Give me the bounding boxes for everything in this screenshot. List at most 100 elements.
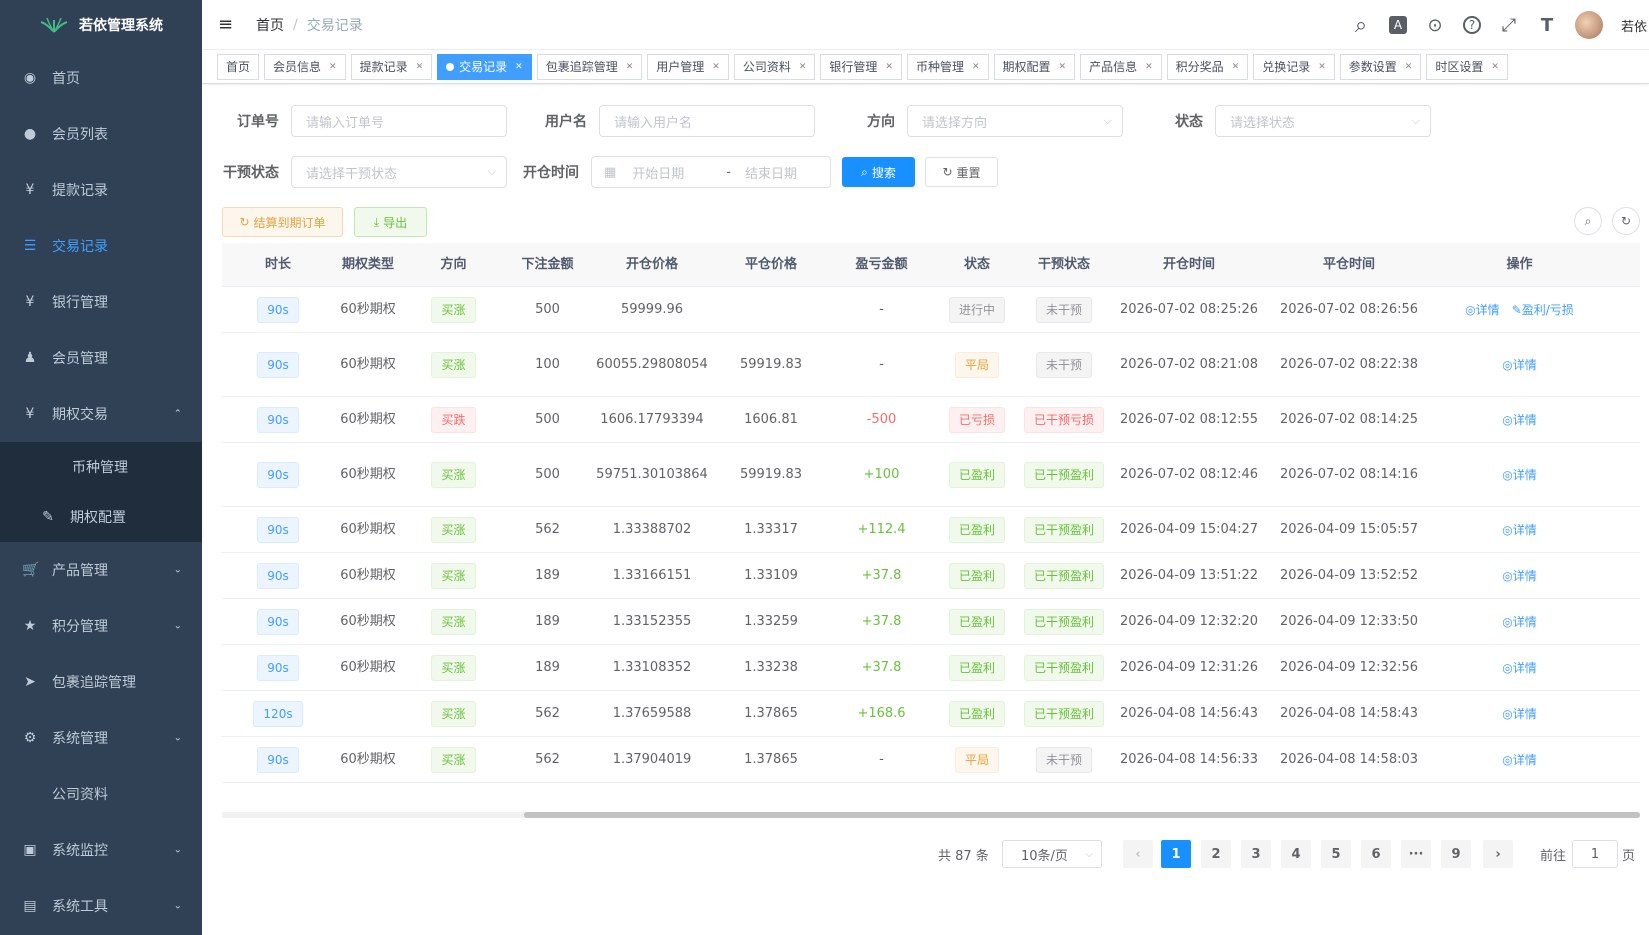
sidebar-item-label: 提款记录 xyxy=(52,183,108,199)
detail-link[interactable]: ◎详情 xyxy=(1502,612,1537,632)
sidebar-item-13[interactable]: 公司资料 xyxy=(0,766,202,822)
detail-link[interactable]: ◎详情 xyxy=(1502,750,1537,770)
horizontal-scrollbar[interactable] xyxy=(222,812,1640,818)
tab-8[interactable]: 币种管理 ✕ xyxy=(906,53,989,80)
tab-0[interactable]: 首页 xyxy=(217,53,260,80)
sidebar-item-6[interactable]: ¥ 期权交易 ⌃ xyxy=(0,386,202,442)
detail-link[interactable]: ◎详情 xyxy=(1465,300,1500,320)
close-icon[interactable]: ✕ xyxy=(1405,62,1413,72)
sidebar-item-15[interactable]: ▤ 系统工具 ⌄ xyxy=(0,878,202,934)
sidebar-item-11[interactable]: ➤ 包裹追踪管理 xyxy=(0,654,202,710)
page-2[interactable]: 3 xyxy=(1241,840,1271,868)
close-icon[interactable]: ✕ xyxy=(1145,62,1153,72)
sidebar-item-8[interactable]: ✎ 期权配置 xyxy=(0,492,202,542)
sidebar-item-2[interactable]: ¥ 提款记录 xyxy=(0,162,202,218)
avatar[interactable] xyxy=(1575,11,1603,39)
page-7[interactable]: 9 xyxy=(1441,840,1471,868)
fullscreen-icon[interactable]: ⤢ xyxy=(1499,15,1519,36)
tab-11[interactable]: 积分奖品 ✕ xyxy=(1166,53,1249,80)
username[interactable]: 若依 xyxy=(1621,16,1649,35)
close-icon[interactable]: ✕ xyxy=(885,62,893,72)
next-page-button[interactable]: › xyxy=(1483,840,1513,868)
close-icon[interactable]: ✕ xyxy=(416,62,424,72)
close-icon[interactable]: ✕ xyxy=(329,62,337,72)
close-icon[interactable]: ✕ xyxy=(1318,62,1326,72)
table-row: 90s 60秒期权 买涨 189 1.33108352 1.33238 +37.8 已盈利 已干… xyxy=(222,645,1640,691)
status-select[interactable]: 请选择状态 ⌵ xyxy=(1215,105,1431,137)
sidebar-item-7[interactable]: 币种管理 xyxy=(0,442,202,492)
prev-page-button[interactable]: ‹ xyxy=(1123,840,1153,868)
direction-select[interactable]: 请选择方向 ⌵ xyxy=(907,105,1123,137)
close-icon[interactable]: ✕ xyxy=(626,62,634,72)
detail-link[interactable]: ◎详情 xyxy=(1502,658,1537,678)
detail-link[interactable]: ◎详情 xyxy=(1502,704,1537,724)
tab-3[interactable]: 交易记录 ✕ xyxy=(437,53,532,80)
search-icon[interactable]: ⌕ xyxy=(1351,13,1371,38)
intervene-badge: 已干预盈利 xyxy=(1023,562,1104,589)
close-icon[interactable]: ✕ xyxy=(712,62,720,72)
search-button[interactable]: ⌕ 搜索 xyxy=(842,157,915,187)
page-6[interactable]: ··· xyxy=(1401,840,1431,868)
page-0[interactable]: 1 xyxy=(1161,840,1191,868)
sidebar-item-10[interactable]: ★ 积分管理 ⌄ xyxy=(0,598,202,654)
sidebar-item-9[interactable]: 🛒 产品管理 ⌄ xyxy=(0,542,202,598)
end-date-placeholder[interactable]: 结束日期 xyxy=(745,163,797,182)
logo[interactable]: 若依管理系统 xyxy=(0,0,202,50)
sidebar-item-12[interactable]: ⚙ 系统管理 ⌄ xyxy=(0,710,202,766)
table-row: 90s 60秒期权 买涨 562 1.33388702 1.33317 +112.4 已盈利已… xyxy=(222,507,1640,553)
page-4[interactable]: 5 xyxy=(1321,840,1351,868)
tab-10[interactable]: 产品信息 ✕ xyxy=(1080,53,1162,80)
profit-loss-link[interactable]: ✎盈利/亏损 xyxy=(1512,300,1574,320)
toggle-search-icon[interactable]: ⌕ xyxy=(1574,207,1602,235)
sidebar-item-0[interactable]: ◉ 首页 xyxy=(0,50,202,106)
help-icon[interactable]: ? xyxy=(1463,16,1481,34)
start-date-placeholder[interactable]: 开始日期 xyxy=(632,163,712,182)
tab-5[interactable]: 用户管理 ✕ xyxy=(647,53,729,80)
scrollbar-thumb[interactable] xyxy=(524,812,1640,818)
yen-icon: ¥ xyxy=(25,294,35,310)
tab-13[interactable]: 参数设置 ✕ xyxy=(1339,53,1422,80)
page-1[interactable]: 2 xyxy=(1201,840,1231,868)
intervene-select[interactable]: 请选择干预状态 ⌵ xyxy=(291,156,507,188)
page-size-select[interactable]: 10条/页 ⌵ xyxy=(1002,840,1102,868)
page-3[interactable]: 4 xyxy=(1281,840,1311,868)
font-size-icon[interactable]: T xyxy=(1537,15,1557,36)
close-time-cell: 2026-04-09 15:05:57 xyxy=(1279,521,1419,537)
close-icon[interactable]: ✕ xyxy=(1059,62,1067,72)
tab-7[interactable]: 银行管理 ✕ xyxy=(820,53,902,80)
close-icon[interactable]: ✕ xyxy=(515,62,523,72)
tab-14[interactable]: 时区设置 ✕ xyxy=(1426,53,1508,80)
close-icon[interactable]: ✕ xyxy=(799,62,807,72)
tab-12[interactable]: 兑换记录 ✕ xyxy=(1253,53,1335,80)
close-icon[interactable]: ✕ xyxy=(1232,62,1240,72)
goto-page-input[interactable]: 1 xyxy=(1572,840,1618,868)
reset-button[interactable]: ↻ 重置 xyxy=(925,157,998,187)
settle-expired-button[interactable]: ↻ 结算到期订单 xyxy=(222,207,343,237)
tab-4[interactable]: 包裹追踪管理 ✕ xyxy=(536,53,643,80)
date-range-picker[interactable]: ▦ 开始日期 - 结束日期 xyxy=(591,156,831,188)
refresh-icon[interactable]: ↻ xyxy=(1612,207,1640,235)
export-button[interactable]: ⤓ 导出 xyxy=(354,207,427,237)
translate-icon[interactable]: A xyxy=(1389,16,1407,34)
username-input[interactable]: 请输入用户名 xyxy=(599,105,815,137)
tab-6[interactable]: 公司资料 ✕ xyxy=(733,53,816,80)
close-icon[interactable]: ✕ xyxy=(972,62,980,72)
order-no-input[interactable]: 请输入订单号 xyxy=(291,105,507,137)
tab-1[interactable]: 会员信息 ✕ xyxy=(264,53,346,80)
sidebar-item-5[interactable]: ♟ 会员管理 xyxy=(0,330,202,386)
tab-9[interactable]: 期权配置 ✕ xyxy=(993,53,1076,80)
detail-link[interactable]: ◎详情 xyxy=(1502,465,1537,485)
sidebar-item-3[interactable]: ☰ 交易记录 xyxy=(0,218,202,274)
page-5[interactable]: 6 xyxy=(1361,840,1391,868)
hamburger-icon[interactable]: ≡ xyxy=(218,14,238,35)
github-icon[interactable]: ⊙ xyxy=(1425,15,1445,36)
sidebar-item-4[interactable]: ¥ 银行管理 xyxy=(0,274,202,330)
close-icon[interactable]: ✕ xyxy=(1491,62,1499,72)
detail-link[interactable]: ◎详情 xyxy=(1502,410,1537,430)
breadcrumb-home[interactable]: 首页 xyxy=(256,15,284,35)
sidebar-item-1[interactable]: ● 会员列表 xyxy=(0,106,202,162)
detail-link[interactable]: ◎详情 xyxy=(1502,355,1537,375)
detail-link[interactable]: ◎详情 xyxy=(1502,566,1537,586)
tab-2[interactable]: 提款记录 ✕ xyxy=(350,53,433,80)
detail-link[interactable]: ◎详情 xyxy=(1502,520,1537,540)
